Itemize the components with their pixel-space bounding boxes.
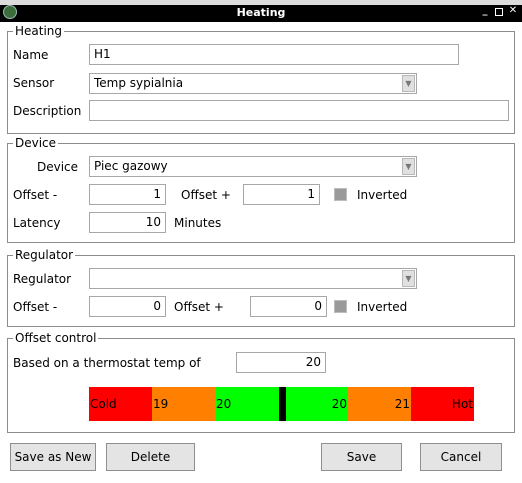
scale-segment-20-high: 20 [278, 387, 348, 421]
device-select-value: Piec gazowy [94, 159, 168, 173]
regulator-label: Regulator [13, 272, 72, 286]
based-on-input[interactable]: 20 [236, 352, 326, 373]
scale-segment-cold: Cold [89, 387, 152, 421]
sensor-select[interactable]: Temp sypialnia ▼ [89, 73, 417, 94]
regulator-inverted-checkbox[interactable] [334, 300, 347, 313]
device-inverted-label: Inverted [357, 188, 408, 202]
device-label: Device [37, 160, 79, 174]
regulator-offset-minus-input[interactable]: 0 [89, 296, 166, 317]
save-button[interactable]: Save [321, 443, 402, 471]
regulator-legend: Regulator [13, 248, 76, 262]
save-as-new-button[interactable]: Save as New [10, 443, 96, 471]
device-offset-plus-label: Offset + [181, 188, 231, 202]
chevron-down-icon[interactable]: ▼ [402, 158, 415, 175]
maximize-icon[interactable] [495, 8, 503, 16]
sensor-label: Sensor [13, 76, 55, 90]
device-legend: Device [13, 136, 59, 150]
latency-unit-label: Minutes [174, 216, 222, 230]
regulator-offset-minus-label: Offset - [13, 300, 58, 314]
regulator-offset-plus-input[interactable]: 0 [250, 296, 327, 317]
device-select[interactable]: Piec gazowy ▼ [89, 156, 417, 177]
chevron-down-icon[interactable]: ▼ [402, 75, 415, 92]
title-bar: Heating _ ✕ [0, 0, 522, 22]
latency-label: Latency [13, 216, 61, 230]
current-temp-marker [279, 387, 286, 421]
background-window-strip [0, 0, 522, 5]
based-on-label: Based on a thermostat temp of [13, 356, 201, 370]
device-offset-plus-input[interactable]: 1 [243, 184, 320, 205]
description-label: Description [13, 104, 82, 118]
cancel-button[interactable]: Cancel [420, 443, 502, 471]
name-input[interactable]: H1 [89, 44, 459, 65]
minimize-icon[interactable]: _ [480, 6, 490, 16]
scale-segment-hot: Hot [411, 387, 474, 421]
device-offset-minus-input[interactable]: 1 [89, 184, 166, 205]
regulator-offset-plus-label: Offset + [174, 300, 224, 314]
device-offset-minus-label: Offset - [13, 188, 58, 202]
close-icon[interactable]: ✕ [508, 6, 518, 16]
scale-segment-19: 19 [152, 387, 215, 421]
delete-button[interactable]: Delete [106, 443, 195, 471]
latency-input[interactable]: 10 [89, 212, 166, 233]
device-inverted-checkbox[interactable] [334, 188, 347, 201]
window-title: Heating [236, 6, 286, 19]
description-input[interactable] [89, 100, 509, 121]
scale-segment-21: 21 [348, 387, 411, 421]
regulator-inverted-label: Inverted [357, 300, 408, 314]
sensor-select-value: Temp sypialnia [94, 76, 184, 90]
scale-segment-20-low: 20 [215, 387, 278, 421]
chevron-down-icon[interactable]: ▼ [402, 270, 415, 287]
name-label: Name [13, 48, 49, 62]
heating-legend: Heating [13, 24, 65, 38]
offset-control-legend: Offset control [13, 331, 99, 345]
regulator-select[interactable]: ▼ [89, 268, 417, 289]
